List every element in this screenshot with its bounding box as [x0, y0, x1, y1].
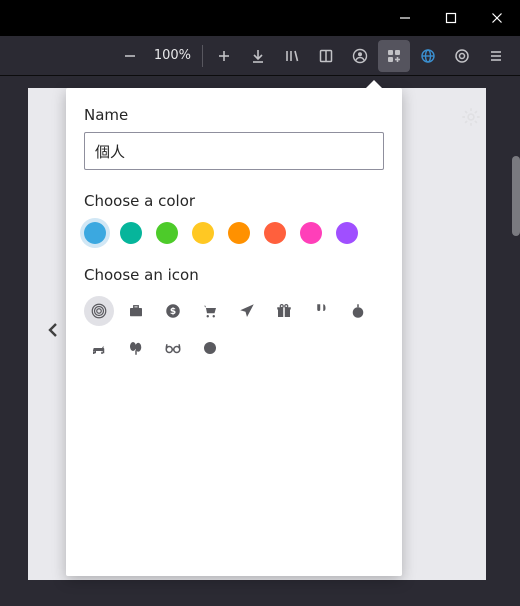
pet-icon: [90, 339, 108, 357]
window-close-button[interactable]: [474, 0, 520, 36]
settings-button[interactable]: [460, 106, 482, 132]
scrollbar-thumb[interactable]: [512, 156, 520, 236]
chevron-left-icon: [44, 320, 64, 340]
icon-option-gift[interactable]: [269, 296, 299, 326]
color-row: [84, 222, 384, 244]
svg-text:$: $: [170, 307, 176, 317]
name-input[interactable]: [84, 132, 384, 170]
target-icon: [454, 48, 470, 64]
icon-option-glasses[interactable]: [158, 333, 188, 363]
icon-option-briefcase[interactable]: [121, 296, 151, 326]
icon-option-fruit[interactable]: [343, 296, 373, 326]
browser-toolbar: 100%: [0, 36, 520, 76]
cart-icon: [201, 302, 219, 320]
color-swatch-pink[interactable]: [300, 222, 322, 244]
library-icon: [284, 48, 300, 64]
color-swatch-purple[interactable]: [336, 222, 358, 244]
icon-label: Choose an icon: [84, 266, 384, 284]
reader-icon: [318, 48, 334, 64]
briefcase-icon: [127, 302, 145, 320]
zoom-in-button[interactable]: [208, 40, 240, 72]
color-swatch-green[interactable]: [156, 222, 178, 244]
maximize-icon: [445, 12, 457, 24]
icon-option-fingerprint[interactable]: [84, 296, 114, 326]
hamburger-icon: [488, 48, 504, 64]
color-swatch-teal[interactable]: [120, 222, 142, 244]
containers-icon: [386, 48, 402, 64]
icon-option-tree[interactable]: [121, 333, 151, 363]
icon-option-plane[interactable]: [232, 296, 262, 326]
gift-icon: [275, 302, 293, 320]
gear-icon: [460, 106, 482, 128]
globe-icon: [420, 48, 436, 64]
window-maximize-button[interactable]: [428, 0, 474, 36]
minus-icon: [122, 48, 138, 64]
circle-icon: [201, 339, 219, 357]
food-icon: [312, 302, 330, 320]
web-button[interactable]: [412, 40, 444, 72]
minimize-icon: [399, 12, 411, 24]
close-icon: [491, 12, 503, 24]
icon-option-dollar[interactable]: $: [158, 296, 188, 326]
dollar-icon: $: [164, 302, 182, 320]
reader-button[interactable]: [310, 40, 342, 72]
download-icon: [250, 48, 266, 64]
containers-button[interactable]: [378, 40, 410, 72]
content-area: Name Choose a color Choose an icon $: [0, 76, 520, 606]
plus-icon: [216, 48, 232, 64]
tree-icon: [127, 339, 145, 357]
color-swatch-red[interactable]: [264, 222, 286, 244]
icon-option-food[interactable]: [306, 296, 336, 326]
account-icon: [352, 48, 368, 64]
glasses-icon: [164, 339, 182, 357]
fruit-icon: [349, 302, 367, 320]
account-button[interactable]: [344, 40, 376, 72]
zoom-level-label[interactable]: 100%: [148, 48, 197, 63]
extension-button[interactable]: [446, 40, 478, 72]
toolbar-divider: [202, 45, 203, 67]
downloads-button[interactable]: [242, 40, 274, 72]
plane-icon: [238, 302, 256, 320]
window-titlebar: [0, 0, 520, 36]
fingerprint-icon: [90, 302, 108, 320]
library-button[interactable]: [276, 40, 308, 72]
zoom-out-button[interactable]: [114, 40, 146, 72]
color-swatch-yellow[interactable]: [192, 222, 214, 244]
icon-option-pet[interactable]: [84, 333, 114, 363]
window-minimize-button[interactable]: [382, 0, 428, 36]
color-label: Choose a color: [84, 192, 384, 210]
color-swatch-orange[interactable]: [228, 222, 250, 244]
icon-option-cart[interactable]: [195, 296, 225, 326]
icon-option-circle[interactable]: [195, 333, 225, 363]
name-label: Name: [84, 106, 384, 124]
icon-grid: $: [84, 296, 384, 363]
app-menu-button[interactable]: [480, 40, 512, 72]
color-swatch-blue[interactable]: [84, 222, 106, 244]
container-edit-panel: Name Choose a color Choose an icon $: [66, 88, 402, 576]
